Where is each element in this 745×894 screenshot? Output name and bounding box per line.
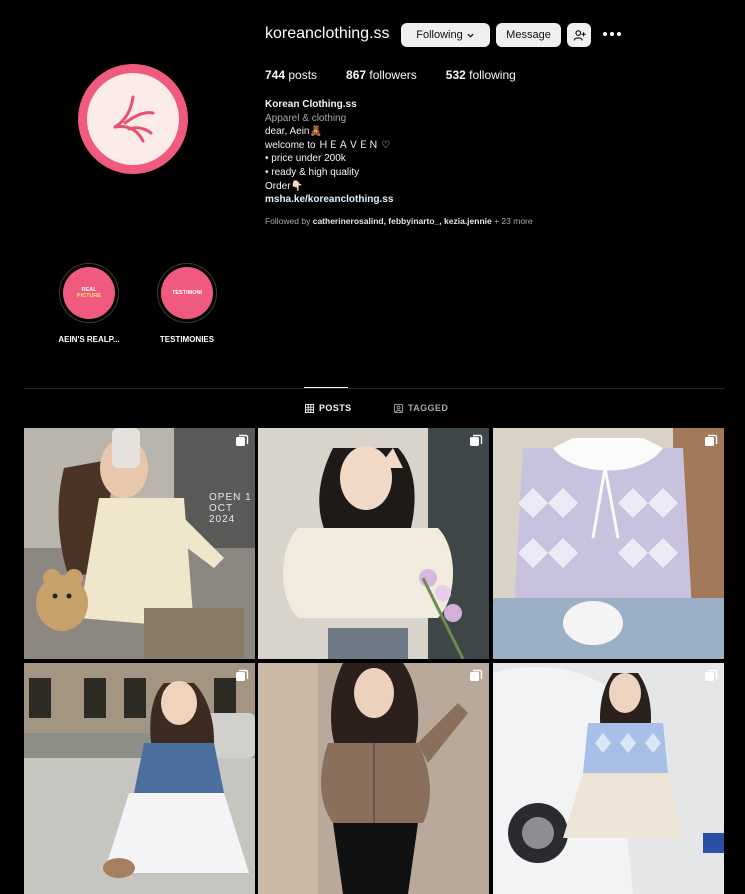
post-overlay-text: OPEN 1 OCT 2024 bbox=[209, 492, 252, 525]
posts-count: 744 posts bbox=[265, 68, 318, 82]
profile-bio: Korean Clothing.ss Apparel & clothing de… bbox=[265, 98, 393, 207]
profile-username: koreanclothing.ss bbox=[265, 25, 390, 42]
post-image bbox=[24, 663, 255, 894]
post-image bbox=[24, 428, 255, 659]
bio-line: • price under 200k bbox=[265, 153, 346, 165]
avatar-logo bbox=[87, 73, 179, 165]
chevron-down-icon bbox=[467, 33, 474, 38]
more-options-icon[interactable] bbox=[603, 28, 625, 40]
highlight-cover: REAL PICTURE bbox=[59, 263, 119, 323]
multiple-posts-icon bbox=[470, 434, 483, 446]
post-image bbox=[493, 663, 724, 894]
bio-line: • ready & high quality bbox=[265, 166, 360, 178]
profile-stats: 744 posts 867 followers 532 following bbox=[265, 68, 545, 82]
bio-link[interactable]: msha.ke/koreanclothing.ss bbox=[265, 193, 393, 207]
post-image bbox=[258, 663, 489, 894]
bio-line: dear, Aein🧸 bbox=[265, 126, 322, 138]
suggested-users-button[interactable] bbox=[567, 23, 591, 47]
highlight-label: TESTIMONIES bbox=[159, 335, 215, 344]
multiple-posts-icon bbox=[705, 669, 718, 681]
multiple-posts-icon bbox=[236, 434, 249, 446]
following-label: Following bbox=[416, 29, 463, 41]
multiple-posts-icon bbox=[470, 669, 483, 681]
bio-line: Order👇🏻 bbox=[265, 180, 304, 192]
highlight-testimonies[interactable]: TESTIMONI TESTIMONIES bbox=[152, 263, 222, 344]
post-tile[interactable] bbox=[493, 428, 724, 659]
active-tab-indicator bbox=[304, 387, 348, 388]
post-tile[interactable] bbox=[493, 663, 724, 894]
highlight-cover: TESTIMONI bbox=[157, 263, 217, 323]
profile-avatar[interactable] bbox=[78, 64, 188, 174]
following-count[interactable]: 532 following bbox=[446, 68, 516, 82]
multiple-posts-icon bbox=[236, 669, 249, 681]
add-user-icon bbox=[573, 29, 586, 41]
highlight-label: AEIN'S REALP... bbox=[58, 335, 120, 344]
post-tile[interactable] bbox=[258, 428, 489, 659]
post-image bbox=[258, 428, 489, 659]
multiple-posts-icon bbox=[705, 434, 718, 446]
post-tile[interactable] bbox=[258, 663, 489, 894]
post-tile[interactable] bbox=[24, 663, 255, 894]
grid-icon bbox=[305, 403, 314, 413]
tab-tagged[interactable]: TAGGED bbox=[394, 403, 448, 413]
bio-name: Korean Clothing.ss bbox=[265, 99, 357, 110]
message-button[interactable]: Message bbox=[496, 23, 561, 47]
tabs-divider bbox=[24, 388, 725, 389]
followed-by[interactable]: Followed by catherinerosalind, febbyinar… bbox=[265, 216, 533, 226]
post-image bbox=[493, 428, 724, 659]
following-button[interactable]: Following bbox=[401, 23, 490, 47]
tab-posts[interactable]: POSTS bbox=[305, 403, 352, 413]
tagged-user-icon bbox=[394, 403, 403, 413]
post-tile[interactable]: OPEN 1 OCT 2024 bbox=[24, 428, 255, 659]
highlight-real-picture[interactable]: REAL PICTURE AEIN'S REALP... bbox=[54, 263, 124, 344]
bio-category: Apparel & clothing bbox=[265, 112, 347, 124]
followers-count[interactable]: 867 followers bbox=[346, 68, 417, 82]
brand-logo-icon bbox=[113, 95, 155, 143]
bio-line: welcome to ＨＥＡＶＥＮ ♡ bbox=[265, 139, 391, 151]
